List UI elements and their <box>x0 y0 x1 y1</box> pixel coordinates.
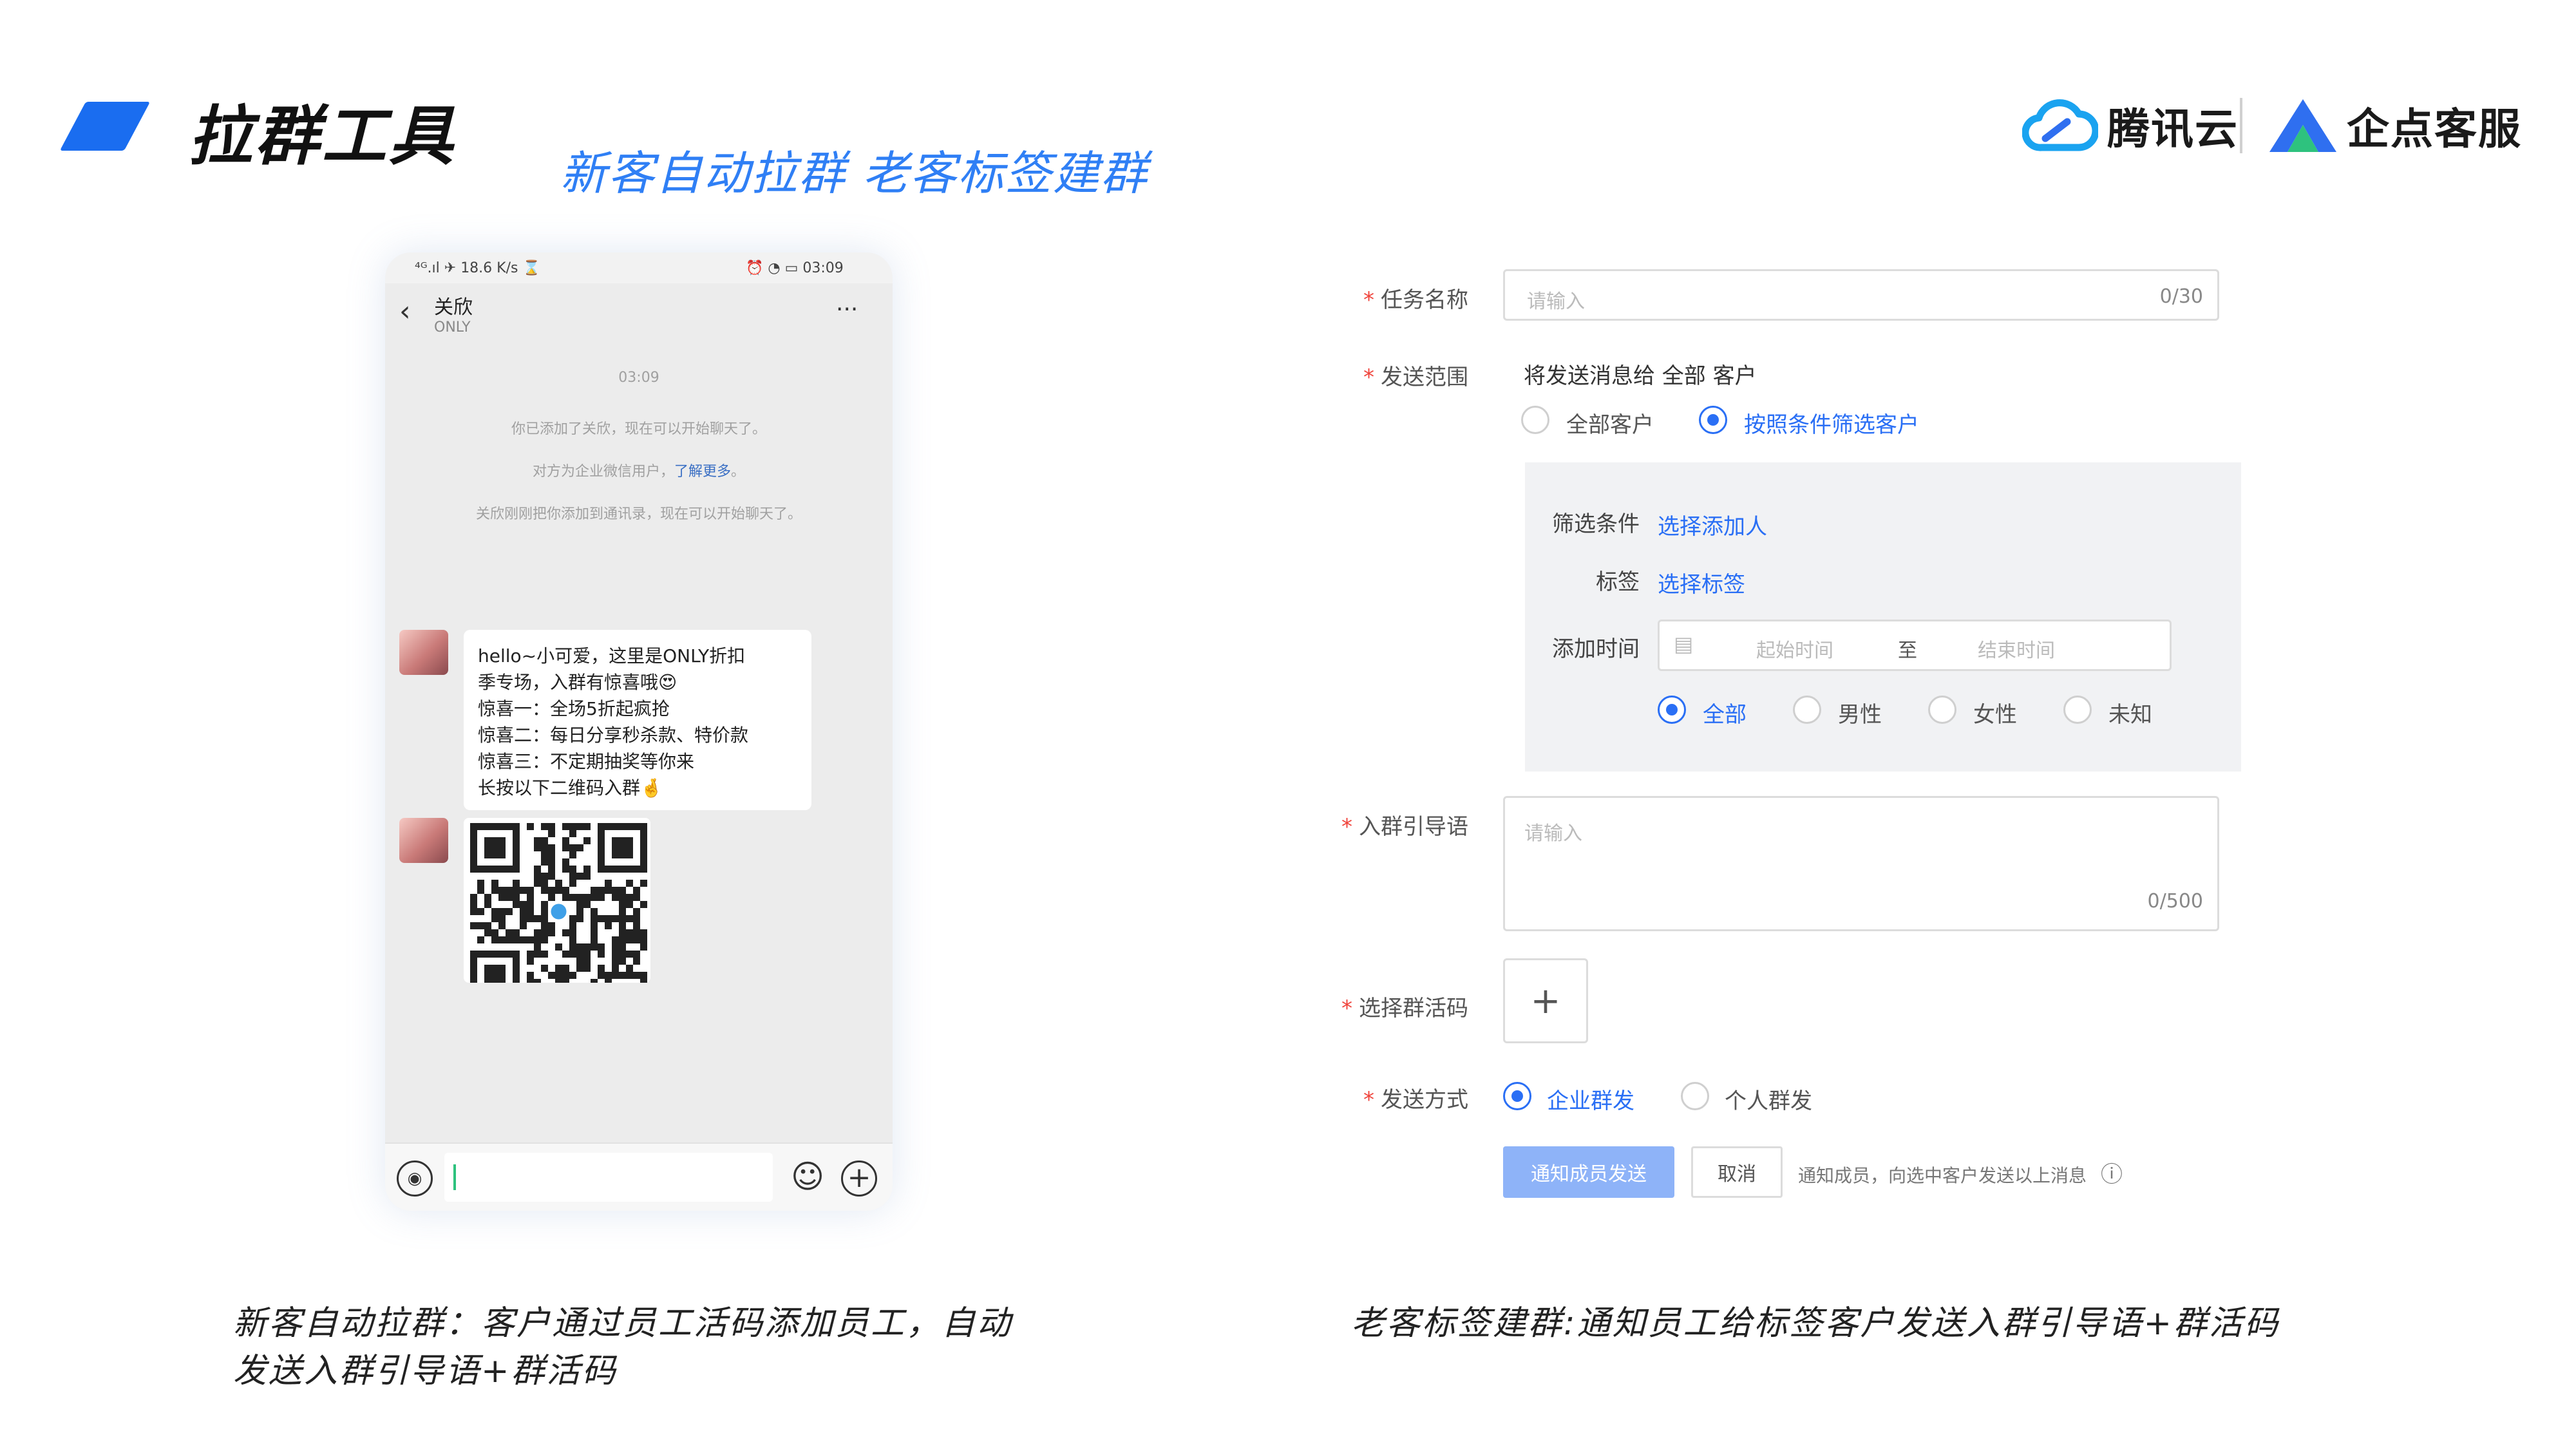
info-icon[interactable]: ⓘ <box>2101 1157 2123 1188</box>
qidian-brand: 企点客服 <box>2267 93 2522 158</box>
cancel-button[interactable]: 取消 <box>1691 1146 1783 1198</box>
method-label: * 发送方式 <box>1363 1087 1468 1113</box>
scope-all-label[interactable]: 全部客户 <box>1566 407 1654 439</box>
left-caption: 新客自动拉群：客户通过员工活码添加员工，自动 发送入群引导语+群活码 <box>233 1300 1012 1395</box>
tag-label: 标签 <box>1596 569 1640 595</box>
method-personal-label[interactable]: 个人群发 <box>1725 1083 1812 1115</box>
qidian-logo-icon <box>2269 99 2336 152</box>
voice-icon[interactable]: ◉ <box>397 1160 433 1197</box>
chat-input-bar: ◉ ☺ + <box>385 1142 893 1211</box>
gender-all-radio[interactable] <box>1658 696 1686 724</box>
emoji-icon[interactable]: ☺ <box>791 1158 824 1195</box>
more-icon[interactable]: ··· <box>836 296 858 323</box>
add-qrcode-button[interactable]: + <box>1503 958 1588 1043</box>
tencent-cloud-logo-icon <box>2022 99 2098 151</box>
gender-unknown-label[interactable]: 未知 <box>2108 697 2152 728</box>
title-accent-bar <box>59 102 151 151</box>
phone-mockup: ⁴ᴳ.ıl ✈ 18.6 K/s ⌛ ⏰ ◔ ▭ 03:09 ‹ 关欣 ONLY… <box>385 252 893 1211</box>
avatar[interactable] <box>399 630 448 675</box>
qr-code-message[interactable] <box>464 818 650 1000</box>
task-name-label: * 任务名称 <box>1363 287 1468 313</box>
method-personal-radio[interactable] <box>1681 1082 1709 1110</box>
phone-status-bar: ⁴ᴳ.ıl ✈ 18.6 K/s ⌛ ⏰ ◔ ▭ 03:09 <box>385 252 893 283</box>
tencent-cloud-brand: 腾讯云 <box>2022 93 2239 158</box>
scope-all-radio[interactable] <box>1521 406 1549 434</box>
brand-divider <box>2240 98 2242 153</box>
scope-label-text: 发送范围 <box>1381 365 1468 390</box>
method-enterprise-label[interactable]: 企业群发 <box>1547 1083 1634 1115</box>
task-name-label-text: 任务名称 <box>1381 287 1468 313</box>
chat-body: 03:09 你已添加了关欣，现在可以开始聊天了。 对方为企业微信用户，了解更多。… <box>385 354 893 1142</box>
gender-all-label[interactable]: 全部 <box>1703 697 1747 728</box>
page-title: 拉群工具 <box>188 99 456 174</box>
left-caption-line2: 发送入群引导语+群活码 <box>233 1352 618 1390</box>
task-name-input[interactable]: 请输入 0/30 <box>1503 269 2219 321</box>
learn-more-link[interactable]: 了解更多 <box>674 464 731 480</box>
left-caption-line1: 新客自动拉群：客户通过员工活码添加员工，自动 <box>233 1304 1013 1343</box>
method-enterprise-radio[interactable] <box>1503 1082 1531 1110</box>
qrcode-label: * 选择群活码 <box>1341 996 1468 1021</box>
system-message-3: 关欣刚刚把你添加到通讯录，现在可以开始聊天了。 <box>475 506 802 522</box>
task-name-count: 0/30 <box>2159 285 2203 308</box>
task-name-placeholder: 请输入 <box>1527 290 1585 313</box>
guide-placeholder: 请输入 <box>1524 822 1582 845</box>
right-caption: 老客标签建群:通知员工给标签客户发送入群引导语+群活码 <box>1351 1304 2280 1343</box>
contact-name: 关欣 <box>434 296 473 319</box>
back-arrow-icon[interactable]: ‹ <box>399 295 411 328</box>
status-left: ⁴ᴳ.ıl ✈ 18.6 K/s ⌛ <box>415 260 540 276</box>
system-message-2: 对方为企业微信用户，了解更多。 <box>385 460 893 480</box>
scope-description: 将发送消息给 全部 客户 <box>1524 363 1757 389</box>
status-right: ⏰ ◔ ▭ 03:09 <box>746 260 844 276</box>
method-label-text: 发送方式 <box>1381 1087 1468 1113</box>
gender-male-label[interactable]: 男性 <box>1838 697 1882 728</box>
scope-filter-radio[interactable] <box>1699 406 1727 434</box>
guide-textarea[interactable]: 请输入 0/500 <box>1503 796 2219 931</box>
contact-company: ONLY <box>434 319 471 336</box>
system-message-1: 你已添加了关欣，现在可以开始聊天了。 <box>511 421 766 437</box>
scope-filter-label[interactable]: 按照条件筛选客户 <box>1744 407 1919 439</box>
send-hint: 通知成员，向选中客户发送以上消息 <box>1798 1165 2087 1186</box>
tencent-cloud-text: 腾讯云 <box>2107 104 2239 154</box>
start-date-placeholder[interactable]: 起始时间 <box>1756 634 1833 663</box>
qr-code-image <box>470 823 647 1000</box>
avatar[interactable] <box>399 818 448 863</box>
add-icon[interactable]: + <box>841 1160 877 1197</box>
notify-send-button[interactable]: 通知成员发送 <box>1503 1146 1674 1198</box>
system-message-2-end: 。 <box>731 464 746 480</box>
guide-count: 0/500 <box>2147 890 2203 913</box>
message-bubble: hello~小可爱，这里是ONLY折扣 季专场，入群有惊喜哦😍 惊喜一：全场5折… <box>464 630 811 810</box>
gender-unknown-radio[interactable] <box>2063 696 2092 724</box>
text-cursor <box>453 1164 456 1190</box>
end-date-placeholder[interactable]: 结束时间 <box>1978 634 2055 663</box>
gender-male-radio[interactable] <box>1793 696 1821 724</box>
select-adder-link[interactable]: 选择添加人 <box>1658 509 1767 540</box>
calendar-icon: ▤ <box>1674 632 1694 656</box>
chat-time: 03:09 <box>618 370 659 386</box>
gender-female-radio[interactable] <box>1928 696 1956 724</box>
add-time-label: 添加时间 <box>1552 636 1640 662</box>
qidian-text: 企点客服 <box>2347 104 2522 154</box>
guide-label: * 入群引导语 <box>1341 814 1468 840</box>
chat-text-input[interactable] <box>444 1153 773 1202</box>
system-message-2-text: 对方为企业微信用户， <box>532 464 674 480</box>
filter-condition-label: 筛选条件 <box>1552 511 1640 537</box>
date-range-separator: 至 <box>1898 639 1917 662</box>
select-tag-link[interactable]: 选择标签 <box>1658 567 1745 598</box>
scope-label: * 发送范围 <box>1363 365 1468 390</box>
qrcode-label-text: 选择群活码 <box>1359 996 1468 1021</box>
date-range-picker[interactable]: ▤ 起始时间 至 结束时间 <box>1658 620 2172 671</box>
guide-label-text: 入群引导语 <box>1359 814 1468 840</box>
gender-female-label[interactable]: 女性 <box>1973 697 2017 728</box>
chat-header: ‹ 关欣 ONLY ··· <box>385 283 893 354</box>
page-subtitle: 新客自动拉群 老客标签建群 <box>560 146 1148 200</box>
